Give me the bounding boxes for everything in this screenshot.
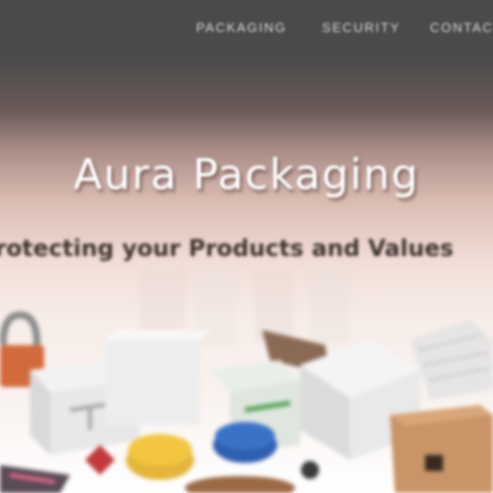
hero-tagline: Protecting your Products and Values	[0, 236, 454, 262]
top-nav: PACKAGING SECURITY CONTACT	[0, 20, 493, 42]
kraft-box	[390, 405, 493, 493]
packaging-products-image	[0, 265, 493, 493]
small-dark-item	[301, 461, 319, 479]
blue-cap	[213, 422, 277, 463]
white-box-tall	[105, 330, 210, 425]
red-sticker	[85, 445, 115, 475]
nav-link-packaging[interactable]: PACKAGING	[196, 20, 287, 35]
nav-link-security[interactable]: SECURITY	[322, 20, 401, 35]
hero-section: PACKAGING SECURITY CONTACT Aura Packagin…	[0, 0, 493, 493]
patterned-paper	[410, 320, 493, 400]
yellow-cap	[126, 434, 194, 480]
nav-link-contact[interactable]: CONTACT	[430, 20, 493, 35]
hero-title: Aura Packaging	[73, 150, 420, 199]
brown-base	[185, 476, 295, 493]
